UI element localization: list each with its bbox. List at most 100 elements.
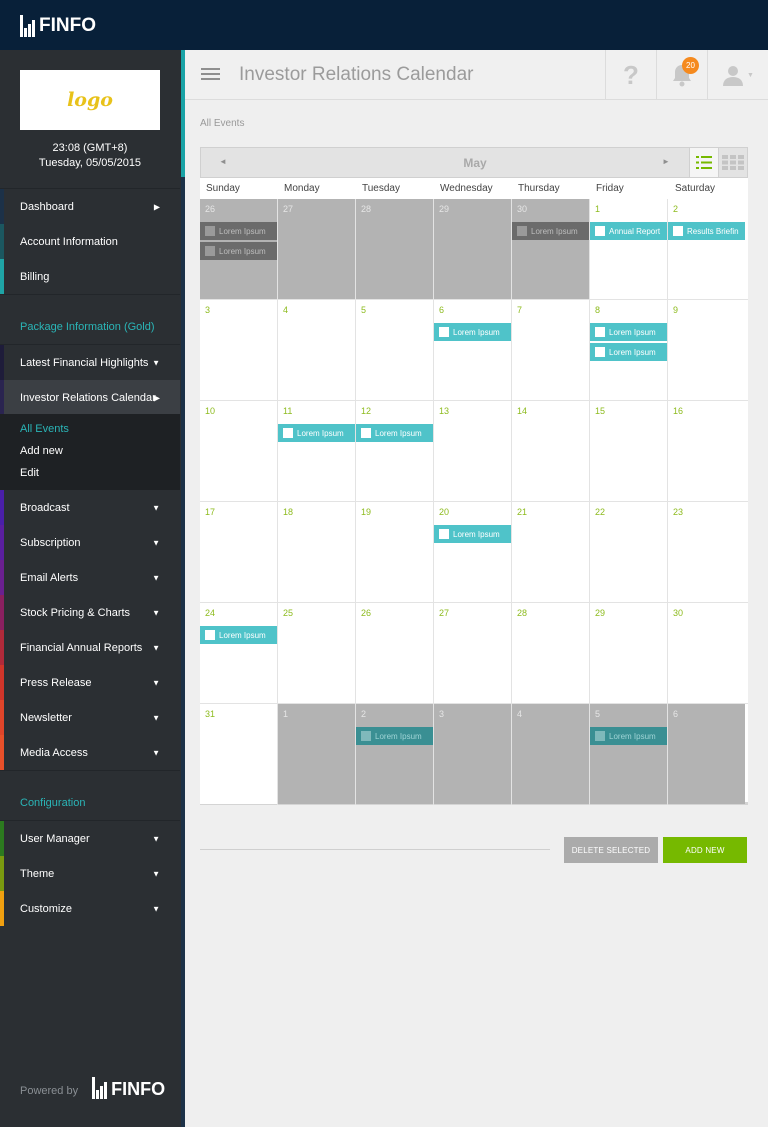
sidebar-item-newsletter[interactable]: Newsletter ▼: [0, 700, 180, 735]
calendar-day-cell[interactable]: 2 Lorem Ipsum: [356, 704, 433, 804]
calendar-day-cell[interactable]: 26: [356, 603, 433, 703]
add-new-button[interactable]: ADD NEW: [663, 837, 747, 863]
calendar-day-cell[interactable]: 27: [434, 603, 511, 703]
calendar-day-cell[interactable]: 15: [590, 401, 667, 501]
event-checkbox[interactable]: [439, 529, 449, 539]
calendar-day-cell[interactable]: 30 Lorem Ipsum: [512, 199, 589, 299]
calendar-day-cell[interactable]: 30: [668, 603, 745, 703]
event-checkbox[interactable]: [673, 226, 683, 236]
event-checkbox[interactable]: [361, 428, 371, 438]
event-item[interactable]: Lorem Ipsum: [200, 222, 277, 240]
calendar-day-cell[interactable]: 31: [200, 704, 277, 804]
event-item[interactable]: Lorem Ipsum: [512, 222, 589, 240]
submenu-all-events[interactable]: All Events: [20, 423, 69, 435]
event-item[interactable]: Lorem Ipsum: [590, 727, 667, 745]
calendar-day-cell[interactable]: 6: [668, 704, 745, 804]
calendar-day-cell[interactable]: 5 Lorem Ipsum: [590, 704, 667, 804]
event-checkbox[interactable]: [205, 226, 215, 236]
breadcrumb[interactable]: All Events: [200, 118, 244, 129]
brand-logo[interactable]: FINFO: [20, 13, 96, 37]
event-item[interactable]: Lorem Ipsum: [200, 626, 277, 644]
sidebar-item-billing[interactable]: Billing: [0, 259, 180, 294]
event-item[interactable]: Results Briefin: [668, 222, 745, 240]
submenu-add-new[interactable]: Add new: [20, 445, 63, 457]
sidebar-item-stock-pricing-charts[interactable]: Stock Pricing & Charts ▼: [0, 595, 180, 630]
sidebar-item-theme[interactable]: Theme ▼: [0, 856, 180, 891]
sidebar-item-subscription[interactable]: Subscription ▼: [0, 525, 180, 560]
help-button[interactable]: ?: [605, 50, 656, 100]
calendar-day-cell[interactable]: 1: [278, 704, 355, 804]
list-view-button[interactable]: [689, 148, 718, 177]
event-item[interactable]: Lorem Ipsum: [356, 727, 433, 745]
calendar-day-cell[interactable]: 4: [278, 300, 355, 400]
calendar-day-cell[interactable]: 14: [512, 401, 589, 501]
calendar-day-cell[interactable]: 25: [278, 603, 355, 703]
event-item[interactable]: Lorem Ipsum: [356, 424, 433, 442]
prev-month-icon[interactable]: ◄: [219, 157, 227, 166]
sidebar-item-press-release[interactable]: Press Release ▼: [0, 665, 180, 700]
event-checkbox[interactable]: [205, 246, 215, 256]
calendar-day-cell[interactable]: 24 Lorem Ipsum: [200, 603, 277, 703]
calendar-day-cell[interactable]: 18: [278, 502, 355, 602]
calendar-day-cell[interactable]: 12 Lorem Ipsum: [356, 401, 433, 501]
event-item[interactable]: Lorem Ipsum: [590, 323, 667, 341]
sidebar-item-media-access[interactable]: Media Access ▼: [0, 735, 180, 770]
calendar-day-cell[interactable]: 29: [434, 199, 511, 299]
calendar-day-cell[interactable]: 23: [668, 502, 745, 602]
sidebar-item-financial-annual-reports[interactable]: Financial Annual Reports ▼: [0, 630, 180, 665]
notifications-button[interactable]: 20: [656, 50, 707, 100]
calendar-day-cell[interactable]: 16: [668, 401, 745, 501]
submenu-edit[interactable]: Edit: [20, 467, 39, 479]
calendar-day-cell[interactable]: 27: [278, 199, 355, 299]
event-checkbox[interactable]: [205, 630, 215, 640]
user-menu-button[interactable]: ▼: [707, 50, 768, 100]
calendar-day-cell[interactable]: 28: [356, 199, 433, 299]
calendar-day-cell[interactable]: 29: [590, 603, 667, 703]
menu-icon[interactable]: [201, 68, 220, 81]
calendar-day-cell[interactable]: 26 Lorem Ipsum Lorem Ipsum: [200, 199, 277, 299]
calendar-day-cell[interactable]: 9: [668, 300, 745, 400]
calendar-day-cell[interactable]: 19: [356, 502, 433, 602]
calendar-day-cell[interactable]: 5: [356, 300, 433, 400]
calendar-day-cell[interactable]: 8 Lorem Ipsum Lorem Ipsum: [590, 300, 667, 400]
calendar-day-cell[interactable]: 22: [590, 502, 667, 602]
calendar-day-cell[interactable]: 3: [200, 300, 277, 400]
event-checkbox[interactable]: [595, 731, 605, 741]
calendar-day-cell[interactable]: 13: [434, 401, 511, 501]
event-checkbox[interactable]: [361, 731, 371, 741]
calendar-day-cell[interactable]: 17: [200, 502, 277, 602]
sidebar-item-email-alerts[interactable]: Email Alerts ▼: [0, 560, 180, 595]
event-item[interactable]: Lorem Ipsum: [434, 323, 511, 341]
calendar-day-cell[interactable]: 6 Lorem Ipsum: [434, 300, 511, 400]
sidebar-item-investor-relations-calendar[interactable]: Investor Relations Calendar ▶: [0, 380, 180, 415]
event-item[interactable]: Lorem Ipsum: [590, 343, 667, 361]
calendar-day-cell[interactable]: 4: [512, 704, 589, 804]
event-item[interactable]: Lorem Ipsum: [200, 242, 277, 260]
event-checkbox[interactable]: [517, 226, 527, 236]
next-month-icon[interactable]: ►: [662, 157, 670, 166]
sidebar-item-latest-financial-highlights[interactable]: Latest Financial Highlights ▼: [0, 345, 180, 380]
sidebar-item-customize[interactable]: Customize ▼: [0, 891, 180, 926]
sidebar-item-account-information[interactable]: Account Information: [0, 224, 180, 259]
event-checkbox[interactable]: [439, 327, 449, 337]
sidebar-item-dashboard[interactable]: Dashboard ▶: [0, 189, 180, 224]
calendar-day-cell[interactable]: 1 Annual Report: [590, 199, 667, 299]
calendar-day-cell[interactable]: 20 Lorem Ipsum: [434, 502, 511, 602]
event-checkbox[interactable]: [283, 428, 293, 438]
sidebar-item-broadcast[interactable]: Broadcast ▼: [0, 490, 180, 525]
event-item[interactable]: Annual Report: [590, 222, 667, 240]
delete-selected-button[interactable]: DELETE SELECTED: [564, 837, 658, 863]
calendar-day-cell[interactable]: 2 Results Briefin: [668, 199, 745, 299]
event-checkbox[interactable]: [595, 327, 605, 337]
event-item[interactable]: Lorem Ipsum: [278, 424, 355, 442]
sidebar-item-user-manager[interactable]: User Manager ▼: [0, 821, 180, 856]
calendar-day-cell[interactable]: 28: [512, 603, 589, 703]
event-checkbox[interactable]: [595, 347, 605, 357]
grid-view-button[interactable]: [718, 148, 747, 177]
calendar-day-cell[interactable]: 7: [512, 300, 589, 400]
event-item[interactable]: Lorem Ipsum: [434, 525, 511, 543]
calendar-day-cell[interactable]: 21: [512, 502, 589, 602]
event-checkbox[interactable]: [595, 226, 605, 236]
calendar-day-cell[interactable]: 11 Lorem Ipsum: [278, 401, 355, 501]
calendar-day-cell[interactable]: 10: [200, 401, 277, 501]
